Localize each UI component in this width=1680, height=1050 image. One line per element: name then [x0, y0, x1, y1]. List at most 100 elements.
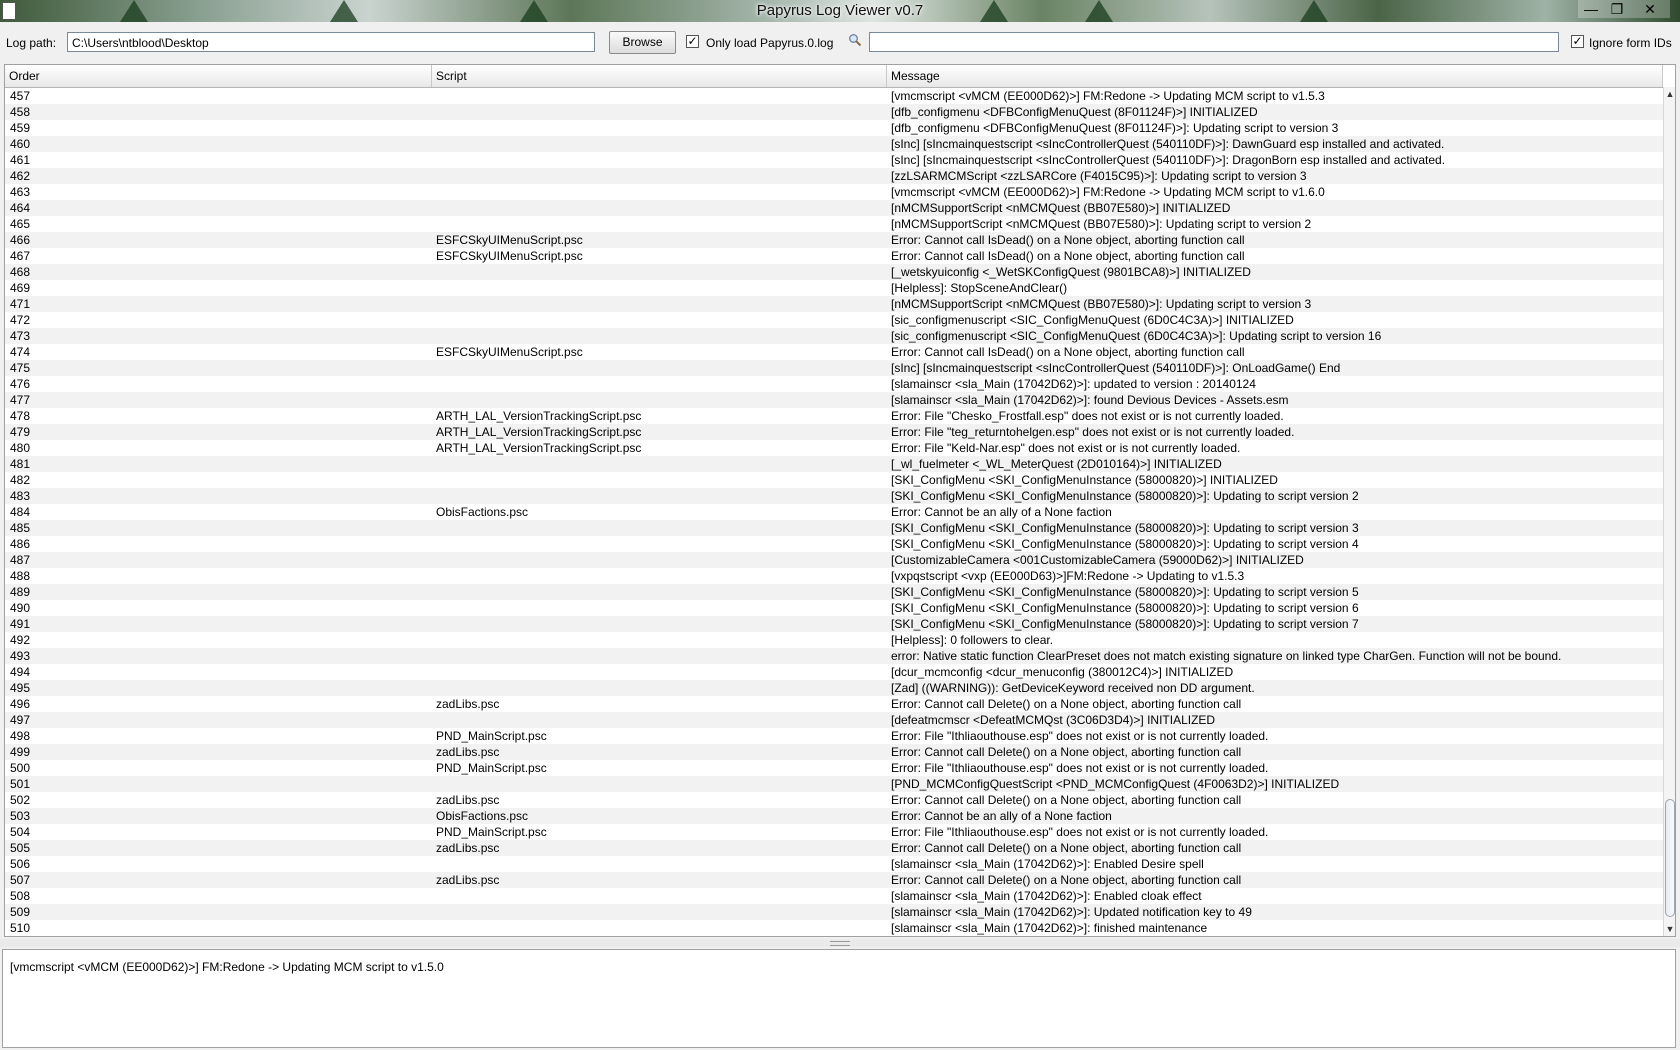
ignore-form-ids-label[interactable]: Ignore form IDs — [1589, 36, 1672, 50]
table-row[interactable]: 496 zadLibs.psc Error: Cannot call Delete(… — [5, 696, 1663, 712]
table-row[interactable]: 468 [_wetskyuiconfig <_WetSKConfigQuest (… — [5, 264, 1663, 280]
table-row[interactable]: 481 [_wl_fuelmeter <_WL_MeterQuest (2D010… — [5, 456, 1663, 472]
cell-script: zadLibs.psc — [436, 841, 500, 855]
cell-order: 461 — [10, 153, 31, 167]
splitter-grip-icon[interactable] — [830, 941, 850, 946]
minimize-button[interactable]: — — [1578, 0, 1604, 18]
table-row[interactable]: 509 [slamainscr <sla_Main (17042D62)>]: U… — [5, 904, 1663, 920]
table-row[interactable]: 502 zadLibs.psc Error: Cannot call Delete(… — [5, 792, 1663, 808]
table-row[interactable]: 501 [PND_MCMConfigQuestScript <PND_MCMCon… — [5, 776, 1663, 792]
log-path-input[interactable]: C:\Users\ntblood\Desktop — [67, 32, 595, 52]
cell-order: 476 — [10, 377, 31, 391]
table-row[interactable]: 500 PND_MainScript.psc Error: File "Ithlia… — [5, 760, 1663, 776]
table-row[interactable]: 457 [vmcmscript <vMCM (EE000D62)>] FM:Red… — [5, 88, 1663, 104]
table-row[interactable]: 467 ESFCSkyUIMenuScript.psc Error: Cannot … — [5, 248, 1663, 264]
table-row[interactable]: 476 [slamainscr <sla_Main (17042D62)>]: u… — [5, 376, 1663, 392]
cell-order: 472 — [10, 313, 31, 327]
table-row[interactable]: 480 ARTH_LAL_VersionTrackingScript.psc Err… — [5, 440, 1663, 456]
cell-order: 463 — [10, 185, 31, 199]
table-row[interactable]: 503 ObisFactions.psc Error: Cannot be an a… — [5, 808, 1663, 824]
table-row[interactable]: 473 [sic_configmenuscript <SIC_ConfigMenu… — [5, 328, 1663, 344]
table-row[interactable]: 498 PND_MainScript.psc Error: File "Ithlia… — [5, 728, 1663, 744]
cell-order: 501 — [10, 777, 31, 791]
table-row[interactable]: 510 [slamainscr <sla_Main (17042D62)>]: f… — [5, 920, 1663, 936]
scroll-thumb[interactable] — [1665, 799, 1675, 917]
table-row[interactable]: 506 [slamainscr <sla_Main (17042D62)>]: E… — [5, 856, 1663, 872]
table-row[interactable]: 493 error: Native static function ClearPr… — [5, 648, 1663, 664]
table-row[interactable]: 491 [SKI_ConfigMenu <SKI_ConfigMenuInstan… — [5, 616, 1663, 632]
table-row[interactable]: 472 [sic_configmenuscript <SIC_ConfigMenu… — [5, 312, 1663, 328]
cell-message: [vmcmscript <vMCM (EE000D62)>] FM:Redone… — [891, 185, 1325, 199]
table-row[interactable]: 475 [sInc] [sIncmainquestscript <sIncCont… — [5, 360, 1663, 376]
table-row[interactable]: 469 [Helpless]: StopSceneAndClear() — [5, 280, 1663, 296]
table-row[interactable]: 479 ARTH_LAL_VersionTrackingScript.psc Err… — [5, 424, 1663, 440]
search-input[interactable] — [869, 32, 1559, 52]
table-row[interactable]: 505 zadLibs.psc Error: Cannot call Delete(… — [5, 840, 1663, 856]
table-row[interactable]: 471 [nMCMSupportScript <nMCMQuest (BB07E5… — [5, 296, 1663, 312]
table-row[interactable]: 463 [vmcmscript <vMCM (EE000D62)>] FM:Red… — [5, 184, 1663, 200]
cell-message: [SKI_ConfigMenu <SKI_ConfigMenuInstance … — [891, 617, 1359, 631]
cell-message: Error: Cannot be an ally of a None facti… — [891, 809, 1112, 823]
cell-message: [SKI_ConfigMenu <SKI_ConfigMenuInstance … — [891, 601, 1359, 615]
title-bar[interactable]: Papyrus Log Viewer v0.7 — ❐ ✕ — [0, 0, 1680, 22]
cell-order: 478 — [10, 409, 31, 423]
table-row[interactable]: 489 [SKI_ConfigMenu <SKI_ConfigMenuInstan… — [5, 584, 1663, 600]
table-row[interactable]: 464 [nMCMSupportScript <nMCMQuest (BB07E5… — [5, 200, 1663, 216]
table-row[interactable]: 482 [SKI_ConfigMenu <SKI_ConfigMenuInstan… — [5, 472, 1663, 488]
table-row[interactable]: 461 [sInc] [sIncmainquestscript <sIncCont… — [5, 152, 1663, 168]
table-row[interactable]: 478 ARTH_LAL_VersionTrackingScript.psc Err… — [5, 408, 1663, 424]
only-load-checkbox[interactable]: ✓ — [686, 35, 699, 48]
table-row[interactable]: 507 zadLibs.psc Error: Cannot call Delete(… — [5, 872, 1663, 888]
table-row[interactable]: 466 ESFCSkyUIMenuScript.psc Error: Cannot … — [5, 232, 1663, 248]
message-detail-text: [vmcmscript <vMCM (EE000D62)>] FM:Redone… — [10, 960, 444, 974]
cell-message: [CustomizableCamera <001CustomizableCame… — [891, 553, 1304, 567]
table-row[interactable]: 458 [dfb_configmenu <DFBConfigMenuQuest (… — [5, 104, 1663, 120]
cell-order: 469 — [10, 281, 31, 295]
table-row[interactable]: 485 [SKI_ConfigMenu <SKI_ConfigMenuInstan… — [5, 520, 1663, 536]
cell-order: 500 — [10, 761, 31, 775]
cell-message: Error: File "Ithliaouthouse.esp" does no… — [891, 729, 1269, 743]
table-row[interactable]: 487 [CustomizableCamera <001CustomizableC… — [5, 552, 1663, 568]
log-table[interactable]: Order Script Message 457 [vmcmscript <vMC… — [4, 64, 1676, 937]
table-row[interactable]: 465 [nMCMSupportScript <nMCMQuest (BB07E5… — [5, 216, 1663, 232]
only-load-label[interactable]: Only load Papyrus.0.log — [706, 36, 833, 50]
table-row[interactable]: 490 [SKI_ConfigMenu <SKI_ConfigMenuInstan… — [5, 600, 1663, 616]
cell-message: [slamainscr <sla_Main (17042D62)>]: upda… — [891, 377, 1256, 391]
cell-message: [sInc] [sIncmainquestscript <sIncControl… — [891, 361, 1341, 375]
table-row[interactable]: 477 [slamainscr <sla_Main (17042D62)>]: f… — [5, 392, 1663, 408]
table-row[interactable]: 492 [Helpless]: 0 followers to clear. — [5, 632, 1663, 648]
table-row[interactable]: 486 [SKI_ConfigMenu <SKI_ConfigMenuInstan… — [5, 536, 1663, 552]
maximize-button[interactable]: ❐ — [1604, 0, 1630, 18]
message-detail-pane[interactable]: [vmcmscript <vMCM (EE000D62)>] FM:Redone… — [2, 949, 1676, 1048]
close-button[interactable]: ✕ — [1630, 0, 1670, 18]
ignore-form-ids-checkbox[interactable]: ✓ — [1571, 35, 1584, 48]
column-header-script[interactable]: Script — [432, 65, 887, 87]
table-row[interactable]: 462 [zzLSARMCMScript <zzLSARCore (F4015C9… — [5, 168, 1663, 184]
table-row[interactable]: 508 [slamainscr <sla_Main (17042D62)>]: E… — [5, 888, 1663, 904]
table-row[interactable]: 474 ESFCSkyUIMenuScript.psc Error: Cannot … — [5, 344, 1663, 360]
table-row[interactable]: 497 [defeatmcmscr <DefeatMCMQst (3C06D3D4… — [5, 712, 1663, 728]
cell-order: 503 — [10, 809, 31, 823]
scroll-down-arrow-icon[interactable]: ▼ — [1664, 922, 1675, 936]
cell-order: 482 — [10, 473, 31, 487]
table-row[interactable]: 494 [dcur_mcmconfig <dcur_menuconfig (380… — [5, 664, 1663, 680]
table-row[interactable]: 504 PND_MainScript.psc Error: File "Ithlia… — [5, 824, 1663, 840]
scroll-up-arrow-icon[interactable]: ▲ — [1664, 87, 1675, 101]
column-header-message[interactable]: Message — [887, 65, 1663, 87]
vertical-scrollbar[interactable]: ▲ ▼ — [1663, 87, 1675, 936]
table-row[interactable]: 460 [sInc] [sIncmainquestscript <sIncCont… — [5, 136, 1663, 152]
table-row[interactable]: 499 zadLibs.psc Error: Cannot call Delete(… — [5, 744, 1663, 760]
browse-button[interactable]: Browse — [609, 31, 676, 54]
cell-message: [slamainscr <sla_Main (17042D62)>]: fini… — [891, 921, 1208, 935]
column-header-order[interactable]: Order — [5, 65, 432, 87]
table-row[interactable]: 459 [dfb_configmenu <DFBConfigMenuQuest (… — [5, 120, 1663, 136]
table-row[interactable]: 495 [Zad] ((WARNING)): GetDeviceKeyword r… — [5, 680, 1663, 696]
cell-message: Error: File "teg_returntohelgen.esp" doe… — [891, 425, 1295, 439]
table-row[interactable]: 488 [vxpqstscript <vxp (EE000D63)>]FM:Red… — [5, 568, 1663, 584]
cell-order: 494 — [10, 665, 31, 679]
cell-order: 502 — [10, 793, 31, 807]
pane-splitter[interactable] — [0, 939, 1680, 947]
cell-order: 457 — [10, 89, 31, 103]
table-row[interactable]: 483 [SKI_ConfigMenu <SKI_ConfigMenuInstan… — [5, 488, 1663, 504]
table-row[interactable]: 484 ObisFactions.psc Error: Cannot be an a… — [5, 504, 1663, 520]
